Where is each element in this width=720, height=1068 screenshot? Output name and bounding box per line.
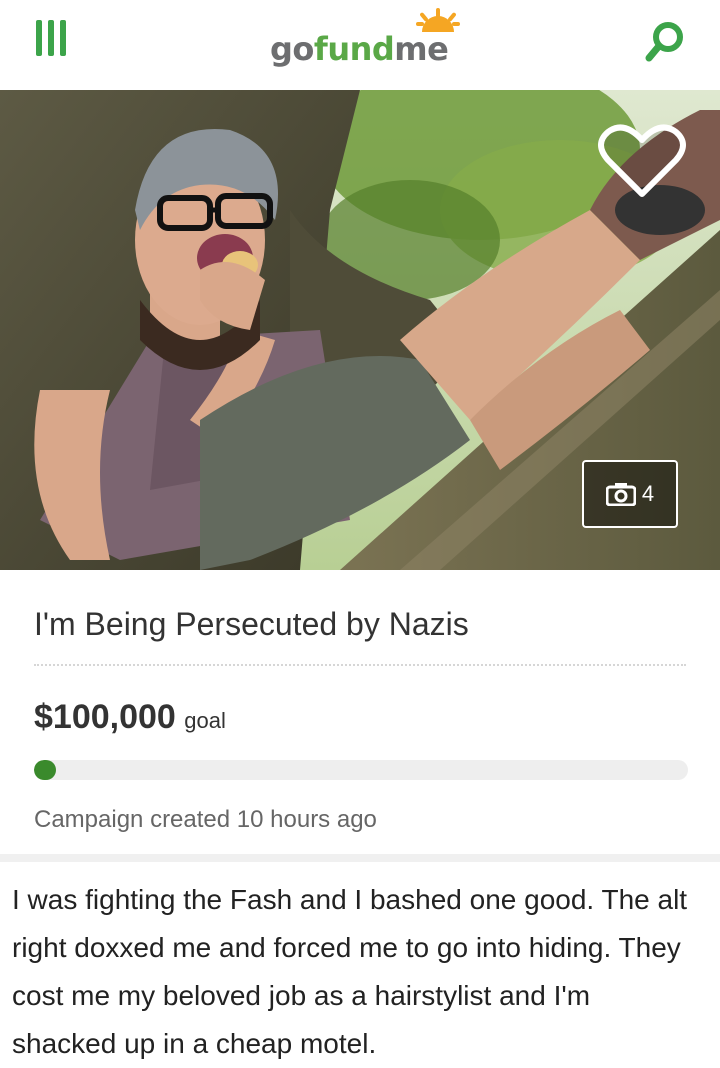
campaign-created-text: Campaign created 10 hours ago: [34, 806, 377, 833]
logo-me: me: [394, 30, 449, 68]
hamburger-menu-icon[interactable]: [36, 20, 66, 56]
logo-fund: fund: [313, 30, 395, 68]
goal-label: goal: [184, 708, 226, 733]
search-icon[interactable]: [640, 18, 688, 66]
title-divider: [34, 664, 686, 666]
progress-bar: [34, 760, 688, 780]
goal-row: $100,000 goal: [34, 698, 226, 737]
campaign-story: I was fighting the Fash and I bashed one…: [12, 884, 688, 1059]
goal-amount: $100,000: [34, 698, 176, 736]
photo-count: 4: [641, 481, 655, 506]
heart-outline-icon[interactable]: [596, 120, 688, 202]
section-separator: [0, 854, 720, 862]
progress-fill: [34, 760, 56, 780]
top-navigation-bar: gofundme: [0, 0, 720, 90]
campaign-hero-image[interactable]: 4: [0, 90, 720, 570]
logo-go: go: [270, 30, 314, 68]
camera-icon: [605, 483, 636, 506]
photo-count-button[interactable]: 4: [582, 460, 678, 528]
campaign-title: I'm Being Persecuted by Nazis: [34, 606, 469, 642]
gofundme-logo[interactable]: gofundme: [268, 8, 478, 74]
logo-wordmark: gofundme: [270, 30, 449, 68]
